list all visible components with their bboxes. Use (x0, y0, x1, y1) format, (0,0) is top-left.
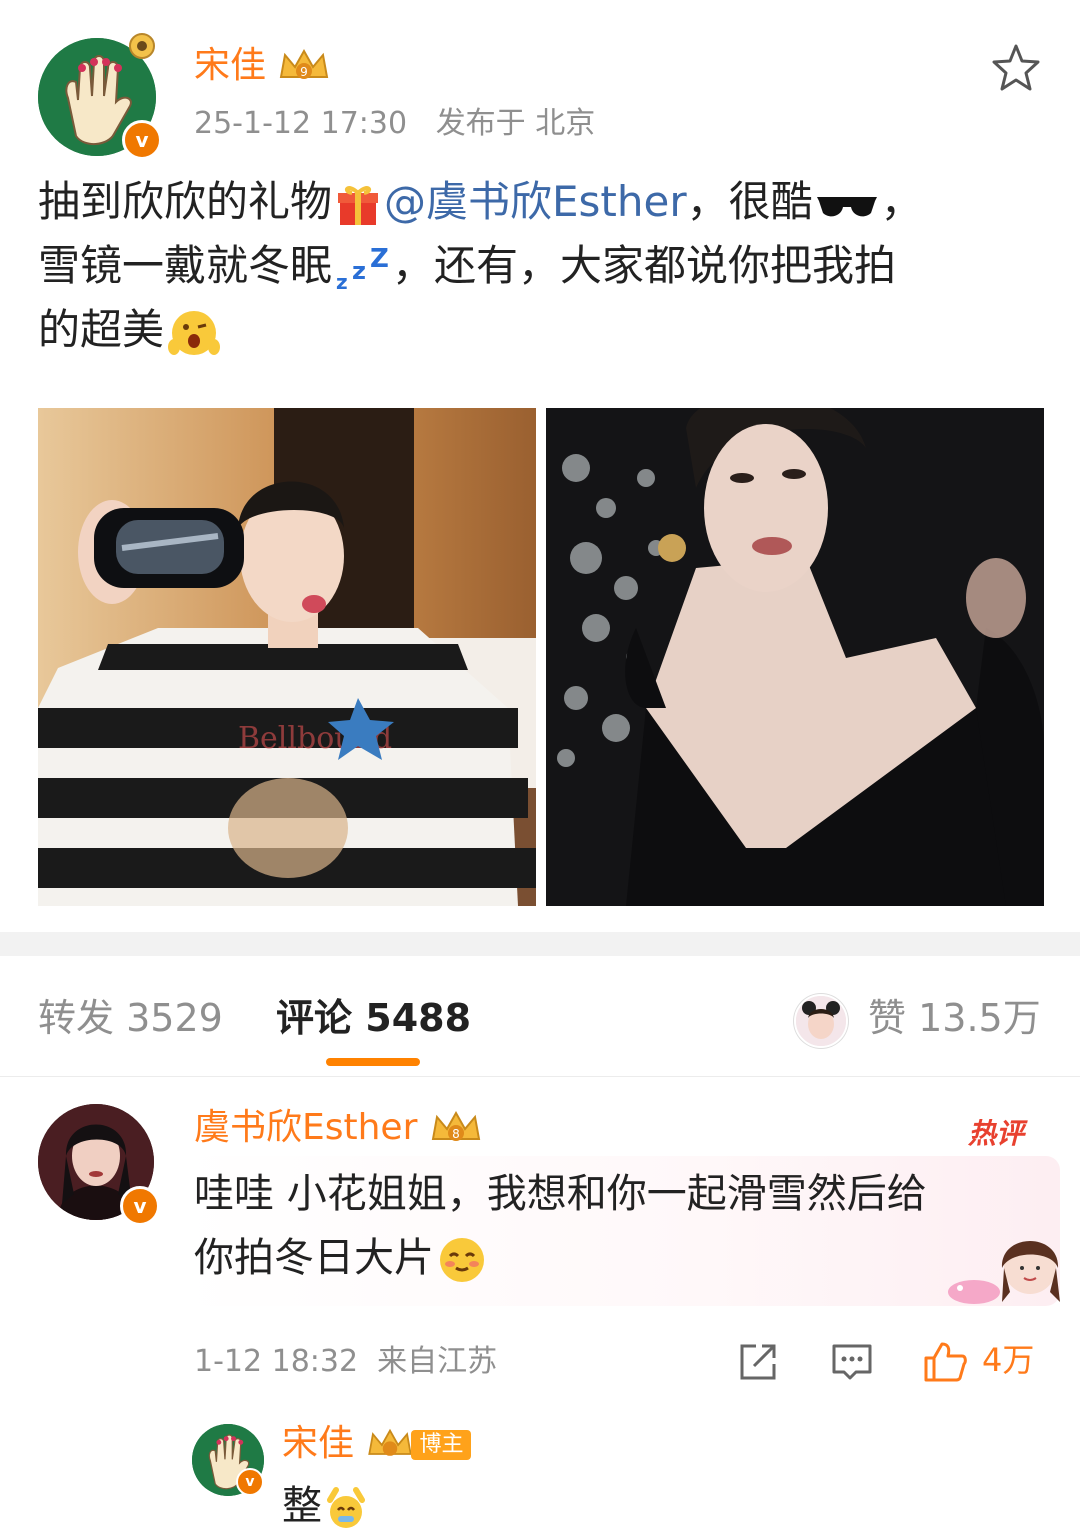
shy-smile-emoji-icon (440, 1238, 484, 1282)
comment-icon (832, 1344, 872, 1380)
author-badge: 博主 (411, 1430, 472, 1460)
cheer-emoji-icon (327, 1487, 365, 1528)
share-comment-button[interactable] (736, 1340, 780, 1388)
vip-crown-icon: 9 (280, 48, 329, 79)
zzz-emoji-icon: z z Z (336, 245, 389, 293)
comment-text: 哇哇 小花姐姐，我想和你一起滑雪然后给 你拍冬日大片 (194, 1162, 1034, 1290)
vip-crown-icon (368, 1428, 413, 1456)
svg-text:z: z (352, 257, 366, 285)
section-divider (0, 932, 1080, 956)
svg-text:9: 9 (301, 65, 309, 79)
comment-like-count: 4万 (982, 1341, 1035, 1379)
star-icon (992, 44, 1040, 91)
verified-icon: v (122, 120, 162, 160)
reply-author-avatar[interactable]: v (192, 1424, 264, 1496)
comment-time: 1-12 18:32 (194, 1344, 359, 1379)
comment-meta: 1-12 18:32 来自江苏 (194, 1342, 497, 1382)
sunglasses-emoji-icon (816, 196, 877, 216)
verified-icon: v (236, 1468, 264, 1496)
vip-crown-icon: 8 (431, 1110, 481, 1141)
wink-emoji-icon (168, 310, 221, 355)
commenter-avatar[interactable]: v (38, 1104, 160, 1226)
favorite-button[interactable] (990, 42, 1042, 94)
hot-comment-badge: 热评 (968, 1117, 1025, 1150)
reply-text: 整 (282, 1480, 370, 1532)
active-tab-indicator (326, 1058, 420, 1066)
comment-location: 来自江苏 (377, 1344, 498, 1379)
reply-comment-button[interactable] (830, 1340, 874, 1388)
reply-author-name[interactable]: 宋佳 博主 (282, 1420, 472, 1468)
like-comment-button[interactable] (922, 1340, 968, 1388)
gift-emoji-icon (338, 185, 379, 225)
mention-link[interactable]: @虞书欣Esther (384, 177, 687, 226)
tab-comment[interactable]: 评论 5488 (276, 992, 471, 1044)
tab-repost[interactable]: 转发 3529 (38, 992, 223, 1044)
post-time: 25-1-12 17:30 (194, 106, 408, 141)
verified-icon: v (120, 1186, 160, 1226)
post-text: 抽到欣欣的礼物 @虞书欣Esther，很酷 ， 雪镜一戴就冬眠 z z Z ，还… (38, 170, 1048, 362)
post-photo-1[interactable]: Bellbound (38, 408, 536, 906)
stats-divider (0, 1076, 1080, 1077)
tab-like[interactable]: 赞 13.5万 (868, 992, 1041, 1044)
commenter-name[interactable]: 虞书欣Esther 8 (194, 1104, 483, 1152)
post-photo-2[interactable] (546, 408, 1044, 906)
share-icon (740, 1344, 776, 1380)
photo-woman-striped-sweater: Bellbound (38, 408, 536, 906)
svg-text:8: 8 (452, 1127, 460, 1141)
post-meta: 25-1-12 17:30 发布于 北京 (194, 104, 595, 144)
author-name[interactable]: 宋佳 9 (194, 42, 331, 90)
thumbs-up-icon (924, 1342, 967, 1382)
pendant-icon (129, 33, 155, 59)
svg-text:Z: Z (370, 245, 389, 274)
svg-text:z: z (336, 270, 348, 293)
author-avatar[interactable]: v (38, 33, 162, 160)
post-location: 发布于 北京 (435, 106, 596, 141)
comment-card-decoration (948, 1241, 1060, 1304)
liker-avatar[interactable] (794, 994, 848, 1048)
photo-woman-black-dress (546, 408, 1044, 906)
